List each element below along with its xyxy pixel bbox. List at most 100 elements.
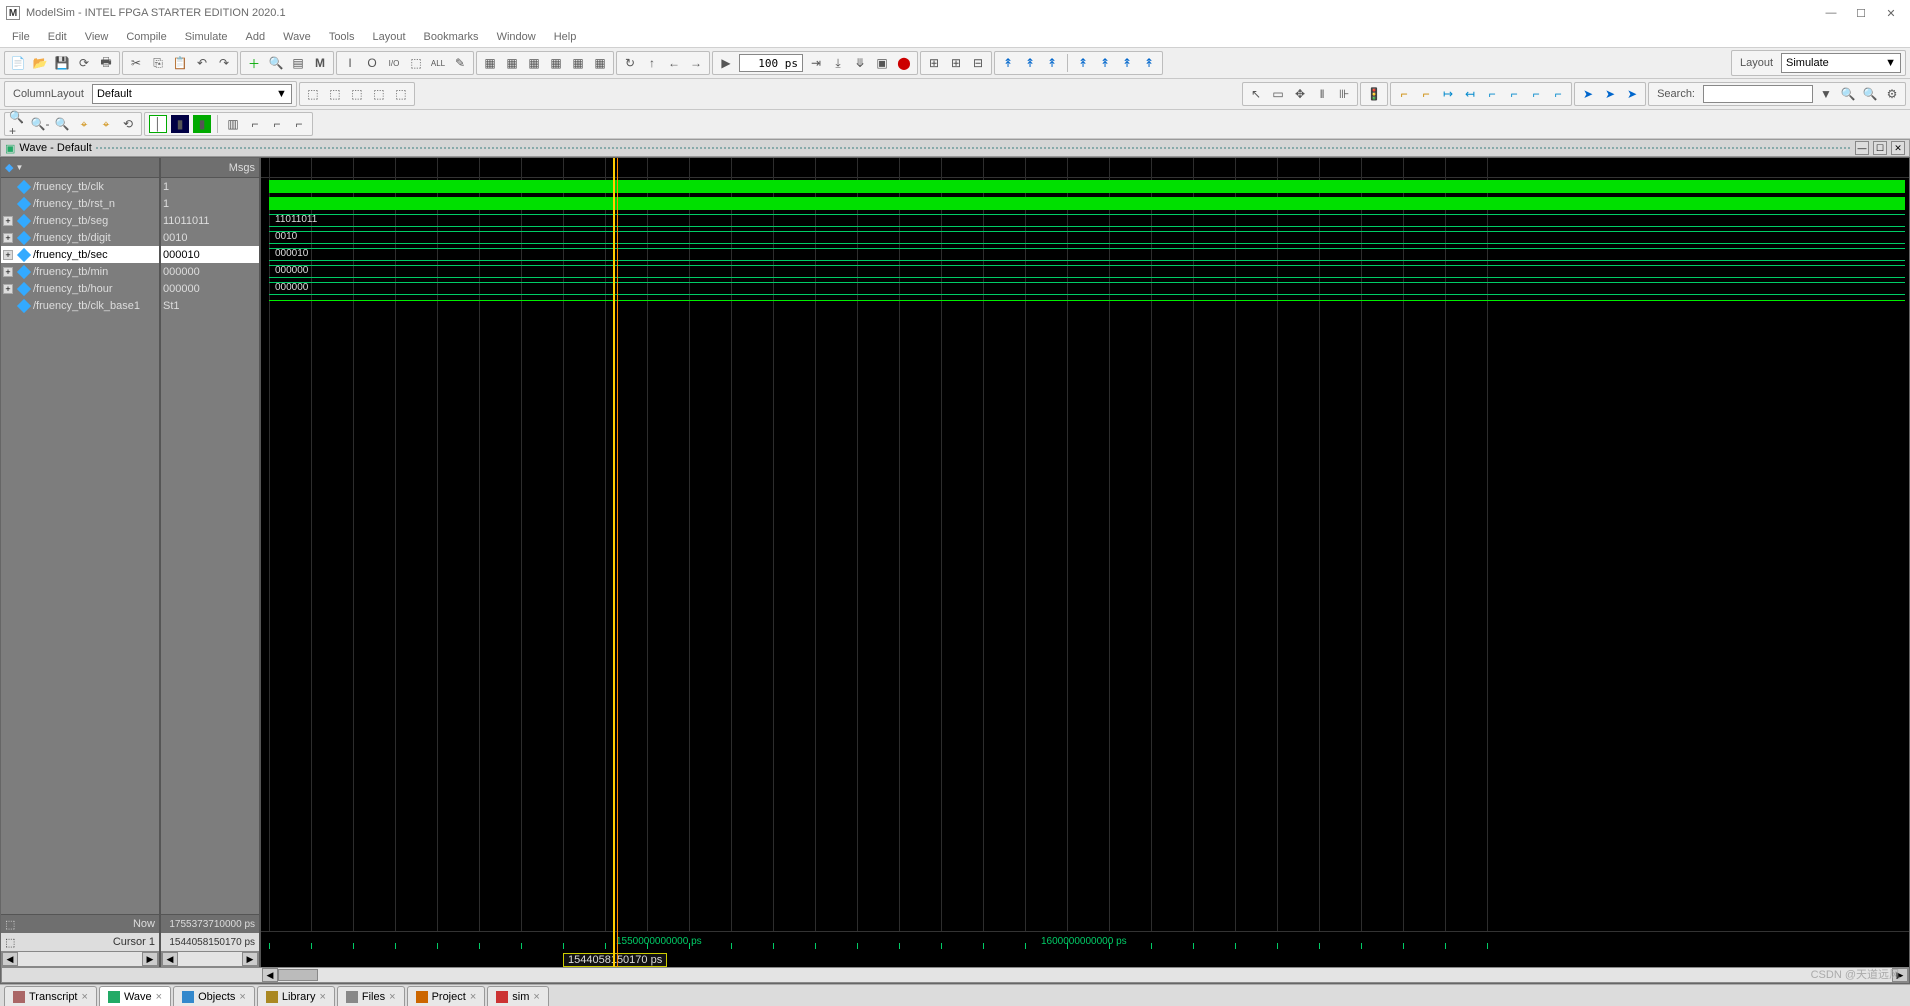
scroll-left-icon[interactable]: ◀ <box>162 952 178 966</box>
edge1-icon[interactable]: ⌐ <box>1395 85 1413 103</box>
names-hscroll[interactable]: ◀ ▶ <box>1 951 159 967</box>
signal-row[interactable]: /fruency_tb/clk <box>1 178 159 195</box>
pointer-icon[interactable]: ↖ <box>1247 85 1265 103</box>
m-icon[interactable]: M <box>311 54 329 72</box>
signal-row[interactable]: +/fruency_tb/seg <box>1 212 159 229</box>
menu-edit[interactable]: Edit <box>40 29 75 45</box>
tab-close-icon[interactable]: × <box>239 991 245 1003</box>
new-icon[interactable]: 📄 <box>9 54 27 72</box>
edge6-icon[interactable]: ⌐ <box>1505 85 1523 103</box>
undo-icon[interactable]: ↶ <box>193 54 211 72</box>
win1-icon[interactable]: ⊞ <box>925 54 943 72</box>
measure2-icon[interactable]: ⊪ <box>1335 85 1353 103</box>
cut-icon[interactable]: ✂ <box>127 54 145 72</box>
open-icon[interactable]: 📂 <box>31 54 49 72</box>
copy-icon[interactable]: ⎘ <box>149 54 167 72</box>
expand-icon[interactable]: + <box>3 216 13 226</box>
fmt3-icon[interactable]: ⬚ <box>348 85 366 103</box>
wave-hscroll[interactable]: ◀ ▶ <box>1 967 1909 983</box>
menu-file[interactable]: File <box>4 29 38 45</box>
up5-icon[interactable]: ↟ <box>1096 54 1114 72</box>
waveform-area[interactable]: 1550000000000 ps1600000000000 ps 1544058… <box>261 158 1909 967</box>
zoom-full-icon[interactable]: 🔍 <box>53 115 71 133</box>
search-dropdown-icon[interactable]: ▼ <box>1817 85 1835 103</box>
tab-close-icon[interactable]: × <box>156 991 162 1003</box>
edge8-icon[interactable]: ⌐ <box>1549 85 1567 103</box>
add-icon[interactable]: ＋ <box>245 54 263 72</box>
o-icon[interactable]: O <box>363 54 381 72</box>
tab-close-icon[interactable]: × <box>389 991 395 1003</box>
expand-icon[interactable]: + <box>3 284 13 294</box>
fmt4-icon[interactable]: ⬚ <box>370 85 388 103</box>
expand1-icon[interactable]: ➤ <box>1579 85 1597 103</box>
menu-wave[interactable]: Wave <box>275 29 319 45</box>
close-button[interactable]: ✕ <box>1878 4 1904 22</box>
mode3-icon[interactable]: ▮ <box>193 115 211 133</box>
panel-close-button[interactable]: ✕ <box>1891 141 1905 155</box>
io-icon[interactable]: I/O <box>385 54 403 72</box>
mode4-icon[interactable]: ▥ <box>224 115 242 133</box>
expand-icon[interactable]: + <box>3 233 13 243</box>
mode1-icon[interactable]: │ <box>149 115 167 133</box>
menu-compile[interactable]: Compile <box>118 29 174 45</box>
chart5-icon[interactable]: ▦ <box>569 54 587 72</box>
run-step-icon[interactable]: ⇥ <box>807 54 825 72</box>
i-icon[interactable]: I <box>341 54 359 72</box>
rect-select-icon[interactable]: ▭ <box>1269 85 1287 103</box>
chart2-icon[interactable]: ▦ <box>503 54 521 72</box>
chart4-icon[interactable]: ▦ <box>547 54 565 72</box>
tab-library[interactable]: Library× <box>257 986 335 1006</box>
menu-window[interactable]: Window <box>489 29 544 45</box>
signal-row[interactable]: /fruency_tb/clk_base1 <box>1 297 159 314</box>
zoom-cursor-icon[interactable]: ⌖ <box>75 115 93 133</box>
panel-max-button[interactable]: ☐ <box>1873 141 1887 155</box>
tab-transcript[interactable]: Transcript× <box>4 986 97 1006</box>
scroll-right-icon[interactable]: ▶ <box>1892 968 1908 982</box>
minimize-button[interactable]: — <box>1818 4 1844 22</box>
chart6-icon[interactable]: ▦ <box>591 54 609 72</box>
stop-icon[interactable]: ⬤ <box>895 54 913 72</box>
scroll-right-icon[interactable]: ▶ <box>142 952 158 966</box>
zoom-range-icon[interactable]: ⌖ <box>97 115 115 133</box>
msgs-hscroll[interactable]: ◀ ▶ <box>161 951 259 967</box>
chart1-icon[interactable]: ▦ <box>481 54 499 72</box>
zoom-out-icon[interactable]: 🔍- <box>31 115 49 133</box>
maximize-button[interactable]: ☐ <box>1848 4 1874 22</box>
fmt1-icon[interactable]: ⬚ <box>304 85 322 103</box>
menu-bookmarks[interactable]: Bookmarks <box>416 29 487 45</box>
break-icon[interactable]: ▣ <box>873 54 891 72</box>
print-icon[interactable]: 🖶 <box>97 54 115 72</box>
up2-icon[interactable]: ↟ <box>1021 54 1039 72</box>
mode7-icon[interactable]: ⌐ <box>290 115 308 133</box>
zoom-last-icon[interactable]: ⟲ <box>119 115 137 133</box>
search-next-icon[interactable]: 🔍 <box>1861 85 1879 103</box>
run-icon[interactable]: ▶ <box>717 54 735 72</box>
mode2-icon[interactable]: ▮ <box>171 115 189 133</box>
menu-tools[interactable]: Tools <box>321 29 363 45</box>
run-time-input[interactable] <box>739 54 803 72</box>
menu-add[interactable]: Add <box>238 29 274 45</box>
redo-icon[interactable]: ↷ <box>215 54 233 72</box>
tab-wave[interactable]: Wave× <box>99 986 171 1006</box>
restart-icon[interactable]: ↻ <box>621 54 639 72</box>
up3-icon[interactable]: ↟ <box>1043 54 1061 72</box>
fmt2-icon[interactable]: ⬚ <box>326 85 344 103</box>
edge5-icon[interactable]: ⌐ <box>1483 85 1501 103</box>
paste-icon[interactable]: 📋 <box>171 54 189 72</box>
win3-icon[interactable]: ⊟ <box>969 54 987 72</box>
tab-close-icon[interactable]: × <box>319 991 325 1003</box>
search-prev-icon[interactable]: 🔍 <box>1839 85 1857 103</box>
scroll-left-icon[interactable]: ◀ <box>262 968 278 982</box>
edge7-icon[interactable]: ⌐ <box>1527 85 1545 103</box>
names-header[interactable]: ◆ ▼ <box>1 158 159 178</box>
up4-icon[interactable]: ↟ <box>1074 54 1092 72</box>
tab-project[interactable]: Project× <box>407 986 486 1006</box>
layout-dropdown[interactable]: Simulate ▼ <box>1781 53 1901 73</box>
run-all-icon[interactable]: ⤓ <box>829 54 847 72</box>
expand-icon[interactable]: + <box>3 250 13 260</box>
find-icon[interactable]: 🔍 <box>267 54 285 72</box>
wand-icon[interactable]: ✎ <box>451 54 469 72</box>
menu-layout[interactable]: Layout <box>365 29 414 45</box>
cursor-line[interactable] <box>613 158 615 967</box>
step-up-icon[interactable]: ↑ <box>643 54 661 72</box>
